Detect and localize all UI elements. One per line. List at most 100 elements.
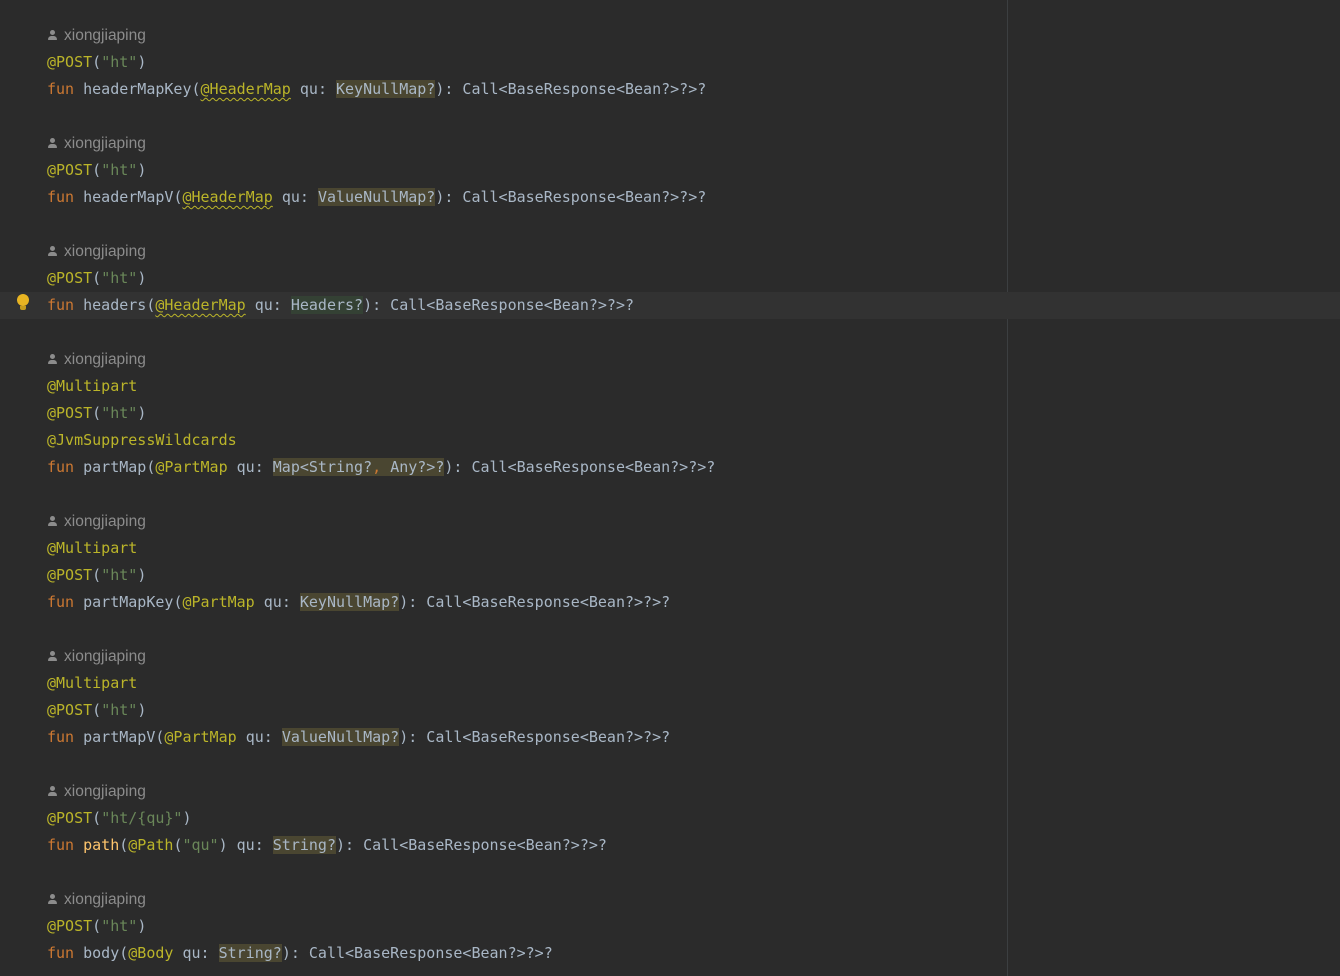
keyword: fun — [47, 188, 75, 206]
param-type: KeyNullMap? — [299, 593, 400, 611]
function-name: headerMapV — [83, 188, 174, 206]
string-literal: "ht" — [101, 53, 138, 71]
param-type: String? — [218, 944, 282, 962]
paren: ) — [137, 269, 147, 287]
return-type: ): Call<BaseResponse<Bean?>?>? — [281, 944, 553, 962]
annotation: @POST — [47, 917, 93, 935]
lightbulb-icon[interactable] — [16, 294, 30, 314]
code-line[interactable]: fun headerMapKey(@HeaderMap qu: KeyNullM… — [0, 76, 1340, 103]
code-line[interactable]: @POST("ht") — [0, 913, 1340, 940]
paren: ( — [92, 701, 102, 719]
function-name: headers — [83, 296, 147, 314]
author-name: xiongjiaping — [64, 243, 146, 260]
param-name: qu — [299, 80, 318, 98]
author-name: xiongjiaping — [64, 891, 146, 908]
code-line[interactable]: @Multipart — [0, 670, 1340, 697]
author-hint[interactable]: xiongjiaping — [47, 135, 146, 153]
person-icon — [47, 650, 59, 662]
keyword: fun — [47, 944, 75, 962]
annotation: @Body — [128, 944, 174, 962]
keyword: fun — [47, 296, 75, 314]
code-line[interactable]: @POST("ht/{qu}") — [0, 805, 1340, 832]
paren: ) — [218, 836, 228, 854]
code-line[interactable]: @POST("ht") — [0, 157, 1340, 184]
colon: : — [254, 458, 273, 476]
param-name: qu — [182, 944, 201, 962]
param-name: qu — [254, 296, 273, 314]
author-hint[interactable]: xiongjiaping — [47, 243, 146, 261]
annotation: @POST — [47, 809, 93, 827]
author-hint[interactable]: xiongjiaping — [47, 648, 146, 666]
code-line[interactable]: @POST("ht") — [0, 400, 1340, 427]
code-line[interactable]: fun partMapV(@PartMap qu: ValueNullMap?)… — [0, 724, 1340, 751]
person-icon — [47, 29, 59, 41]
code-line[interactable]: fun body(@Body qu: String?): Call<BaseRe… — [0, 940, 1340, 967]
code-line[interactable]: fun partMap(@PartMap qu: Map<String?, An… — [0, 454, 1340, 481]
annotation: @JvmSuppressWildcards — [47, 431, 237, 449]
author-hint[interactable]: xiongjiaping — [47, 783, 146, 801]
paren: ( — [119, 836, 129, 854]
paren: ( — [92, 161, 102, 179]
string-literal: "ht" — [101, 404, 138, 422]
code-line-current[interactable]: fun headers(@HeaderMap qu: Headers?): Ca… — [0, 292, 1340, 319]
annotation: @POST — [47, 701, 93, 719]
param-type: ValueNullMap? — [317, 188, 436, 206]
return-type: ): Call<BaseResponse<Bean?>?>? — [435, 188, 707, 206]
string-literal: "qu" — [182, 836, 219, 854]
return-type: ): Call<BaseResponse<Bean?>?>? — [399, 593, 671, 611]
param-type: KeyNullMap? — [336, 80, 436, 98]
keyword: fun — [47, 593, 75, 611]
person-icon — [47, 515, 59, 527]
function-name: headerMapKey — [83, 80, 192, 98]
code-line[interactable]: @POST("ht") — [0, 562, 1340, 589]
paren: ( — [92, 269, 102, 287]
annotation: @POST — [47, 161, 93, 179]
string-literal: "ht" — [101, 161, 138, 179]
param-name: qu — [281, 188, 300, 206]
author-name: xiongjiaping — [64, 513, 146, 530]
annotation: @PartMap — [182, 593, 255, 611]
annotation: @POST — [47, 53, 93, 71]
code-line[interactable]: @Multipart — [0, 535, 1340, 562]
paren: ( — [191, 80, 201, 98]
colon: : — [299, 188, 318, 206]
param-name: qu — [263, 593, 282, 611]
paren: ) — [137, 566, 147, 584]
code-editor[interactable]: xiongjiaping @POST("ht") fun headerMapKe… — [0, 0, 1340, 976]
param-name: qu — [245, 728, 264, 746]
keyword: fun — [47, 728, 75, 746]
paren: ) — [182, 809, 192, 827]
string-literal: "ht" — [101, 701, 138, 719]
code-line[interactable]: @Multipart — [0, 373, 1340, 400]
person-icon — [47, 893, 59, 905]
code-line[interactable]: fun partMapKey(@PartMap qu: KeyNullMap?)… — [0, 589, 1340, 616]
annotation: @HeaderMap — [200, 80, 291, 98]
paren: ) — [137, 161, 147, 179]
code-line[interactable]: @POST("ht") — [0, 49, 1340, 76]
string-literal: "ht" — [101, 269, 138, 287]
code-line[interactable]: @JvmSuppressWildcards — [0, 427, 1340, 454]
author-hint[interactable]: xiongjiaping — [47, 351, 146, 369]
author-hint[interactable]: xiongjiaping — [47, 27, 146, 45]
author-hint[interactable]: xiongjiaping — [47, 513, 146, 531]
function-name: partMapKey — [83, 593, 174, 611]
person-icon — [47, 785, 59, 797]
author-hint[interactable]: xiongjiaping — [47, 891, 146, 909]
colon: : — [200, 944, 219, 962]
code-line[interactable]: @POST("ht") — [0, 265, 1340, 292]
return-type: ): Call<BaseResponse<Bean?>?>? — [399, 728, 671, 746]
comma: , — [372, 458, 391, 476]
return-type: ): Call<BaseResponse<Bean?>?>? — [336, 836, 607, 854]
colon: : — [254, 836, 273, 854]
author-name: xiongjiaping — [64, 135, 146, 152]
code-line[interactable]: fun headerMapV(@HeaderMap qu: ValueNullM… — [0, 184, 1340, 211]
colon: : — [281, 593, 300, 611]
param-type: String? — [272, 836, 336, 854]
return-type: ): Call<BaseResponse<Bean?>?>? — [435, 80, 707, 98]
code-line[interactable]: @POST("ht") — [0, 697, 1340, 724]
paren: ) — [137, 404, 147, 422]
return-type: ): Call<BaseResponse<Bean?>?>? — [444, 458, 716, 476]
colon: : — [272, 296, 291, 314]
paren: ( — [92, 404, 102, 422]
code-line[interactable]: fun path(@Path("qu") qu: String?): Call<… — [0, 832, 1340, 859]
